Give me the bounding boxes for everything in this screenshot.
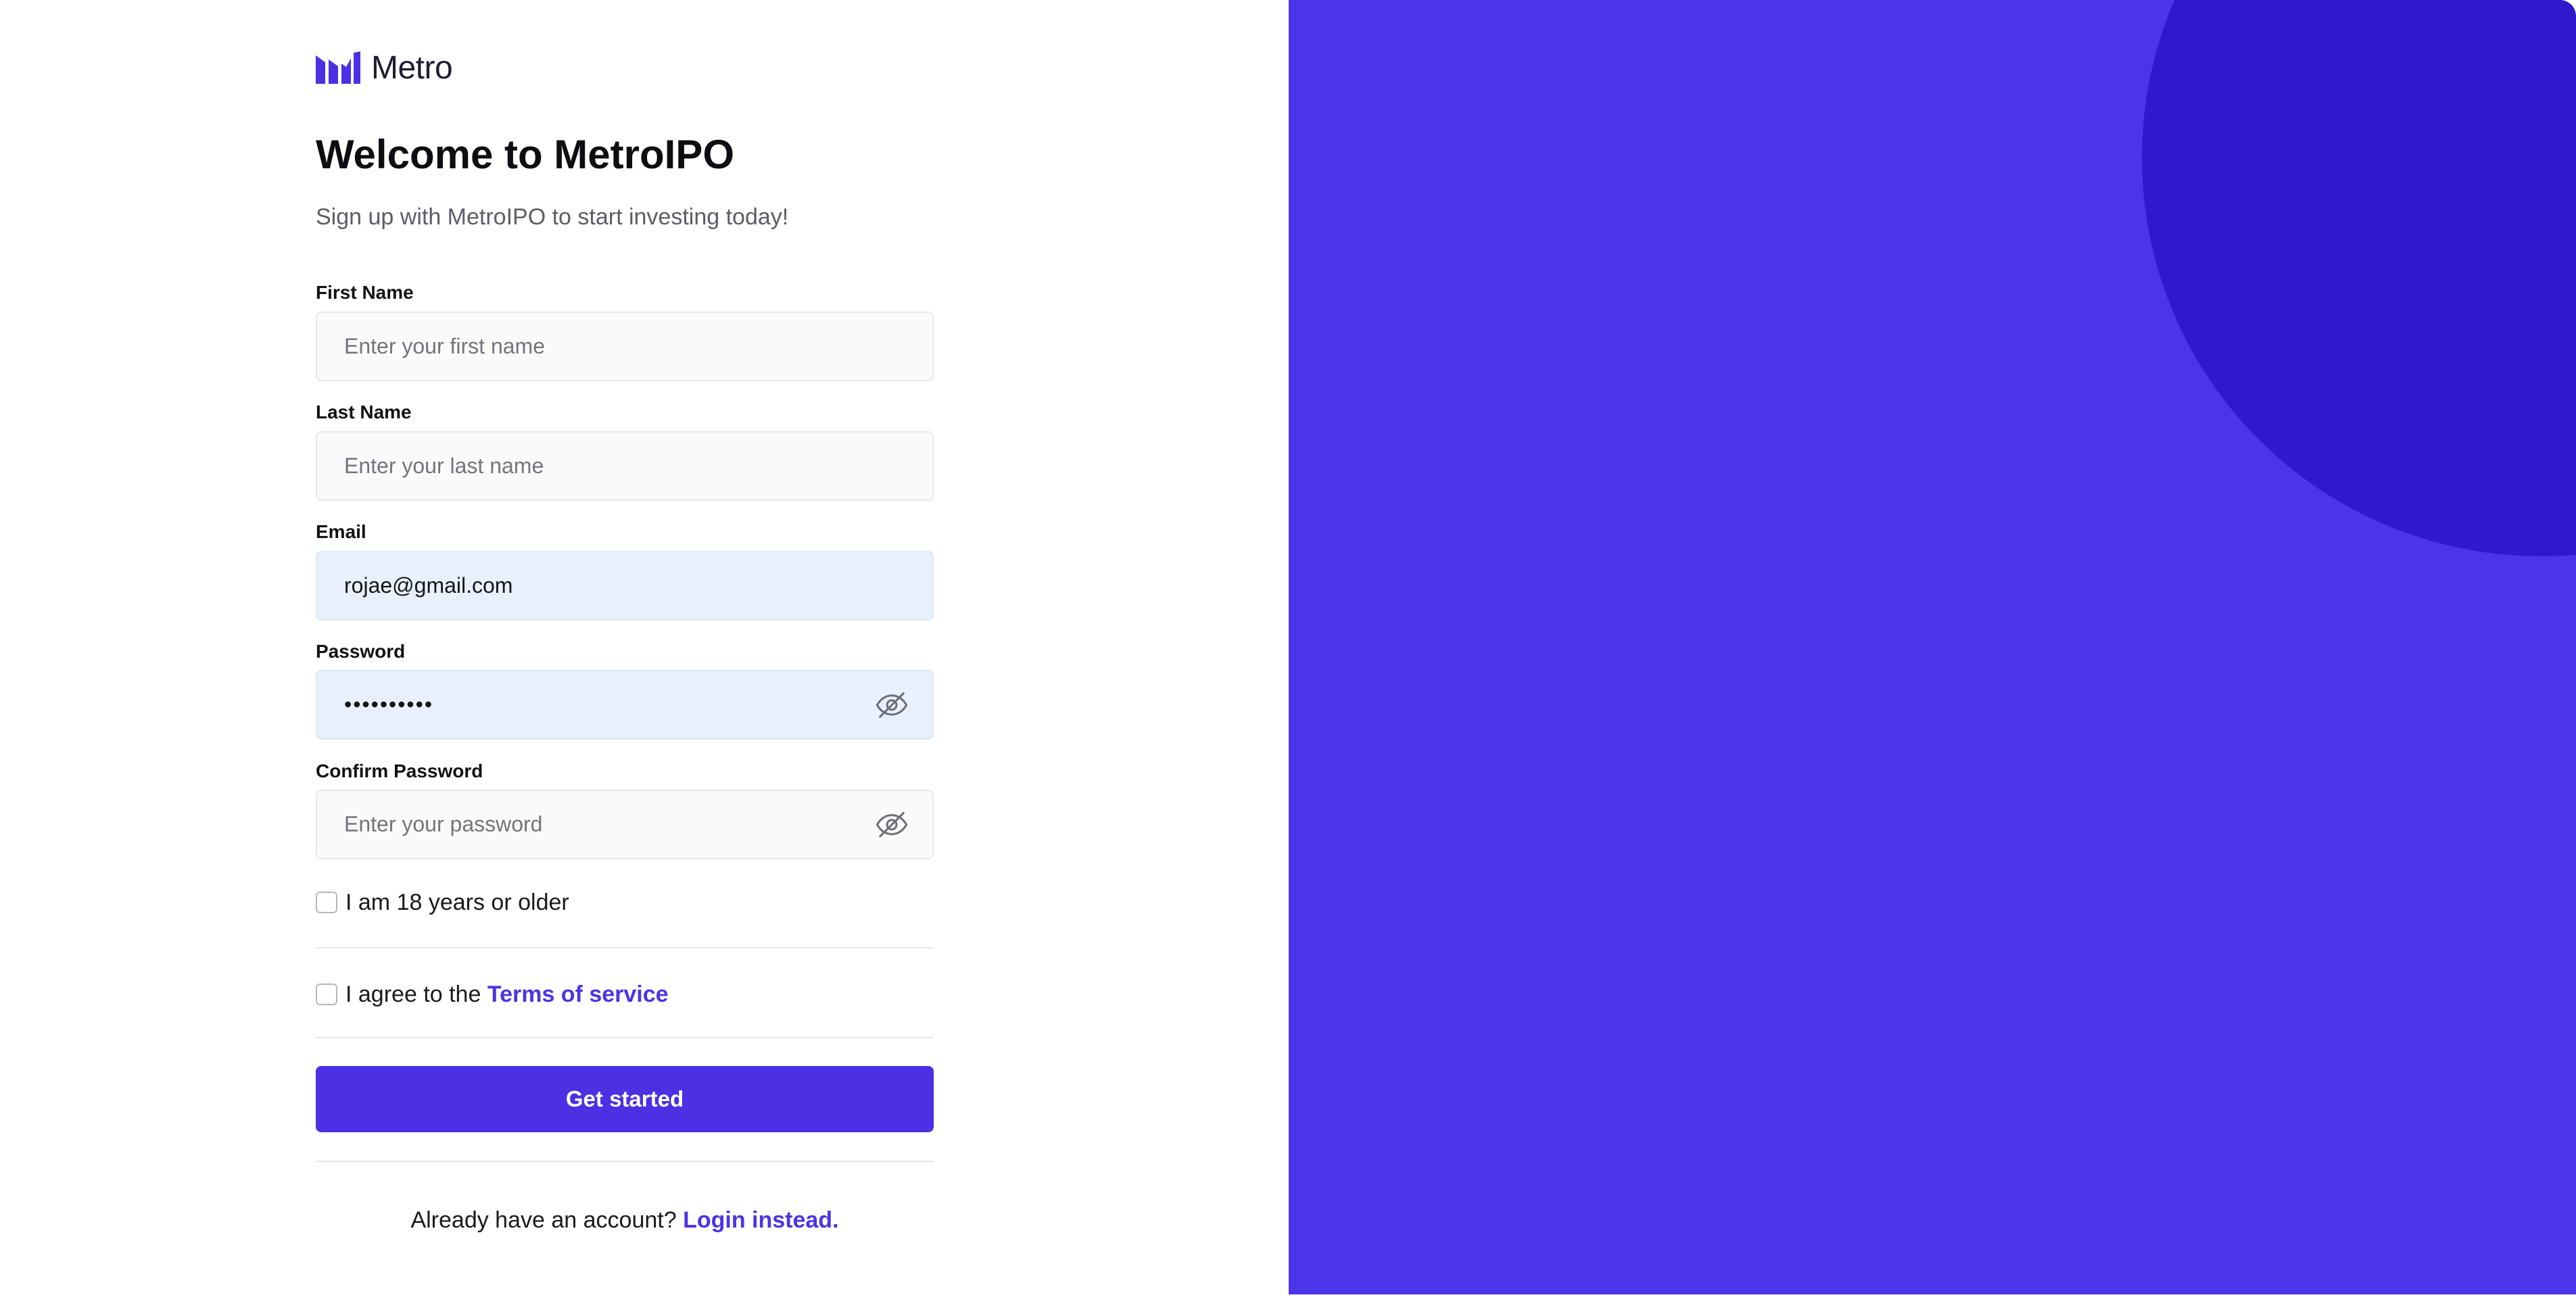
get-started-button[interactable]: Get started (316, 1066, 934, 1132)
email-label: Email (316, 521, 366, 542)
divider (316, 947, 934, 948)
terms-of-service-link[interactable]: Terms of service (487, 981, 669, 1007)
password-visibility-toggle[interactable] (873, 686, 911, 724)
page-title: Welcome to MetroIPO (316, 132, 734, 177)
terms-row: I agree to the Terms of service (316, 979, 669, 1009)
password-label: Password (316, 641, 406, 662)
age-confirmation-row: I am 18 years or older (316, 888, 569, 917)
email-field-box (316, 551, 934, 621)
confirm-password-visibility-toggle[interactable] (873, 806, 911, 844)
login-link[interactable]: Login instead. (683, 1207, 838, 1233)
password-input[interactable] (344, 684, 873, 725)
terms-checkbox-label: I agree to the Terms of service (345, 981, 669, 1008)
brand-name: Metro (371, 49, 453, 86)
confirm-password-label: Confirm Password (316, 760, 483, 781)
first-name-input[interactable] (344, 326, 905, 367)
signup-page: Metro Welcome to MetroIPO Sign up with M… (0, 0, 2576, 1310)
last-name-field-box (316, 431, 934, 501)
login-prompt: Already have an account? Login instead. (316, 1207, 934, 1234)
eye-off-icon (876, 811, 908, 838)
age-checkbox[interactable] (316, 892, 337, 913)
metro-bars-logo-icon (316, 51, 360, 84)
confirm-password-field-box (316, 790, 934, 859)
login-prompt-text: Already have an account? (410, 1207, 677, 1233)
terms-checkbox[interactable] (316, 984, 337, 1005)
confirm-password-input[interactable] (344, 804, 873, 845)
terms-prefix: I agree to the (345, 981, 481, 1007)
decorative-circle (2142, 0, 2576, 556)
divider (316, 1037, 934, 1038)
first-name-field-box (316, 312, 934, 381)
age-checkbox-label: I am 18 years or older (345, 889, 569, 915)
eye-off-icon (876, 692, 908, 718)
page-subtitle: Sign up with MetroIPO to start investing… (316, 204, 789, 230)
brand-logo[interactable]: Metro (316, 49, 453, 86)
last-name-input[interactable] (344, 445, 905, 487)
divider (316, 1161, 934, 1162)
last-name-label: Last Name (316, 402, 412, 422)
first-name-label: First Name (316, 282, 414, 303)
password-field-box (316, 670, 934, 739)
brand-panel (1289, 0, 2576, 1294)
email-input[interactable] (344, 565, 905, 606)
signup-panel: Metro Welcome to MetroIPO Sign up with M… (0, 0, 1289, 1310)
